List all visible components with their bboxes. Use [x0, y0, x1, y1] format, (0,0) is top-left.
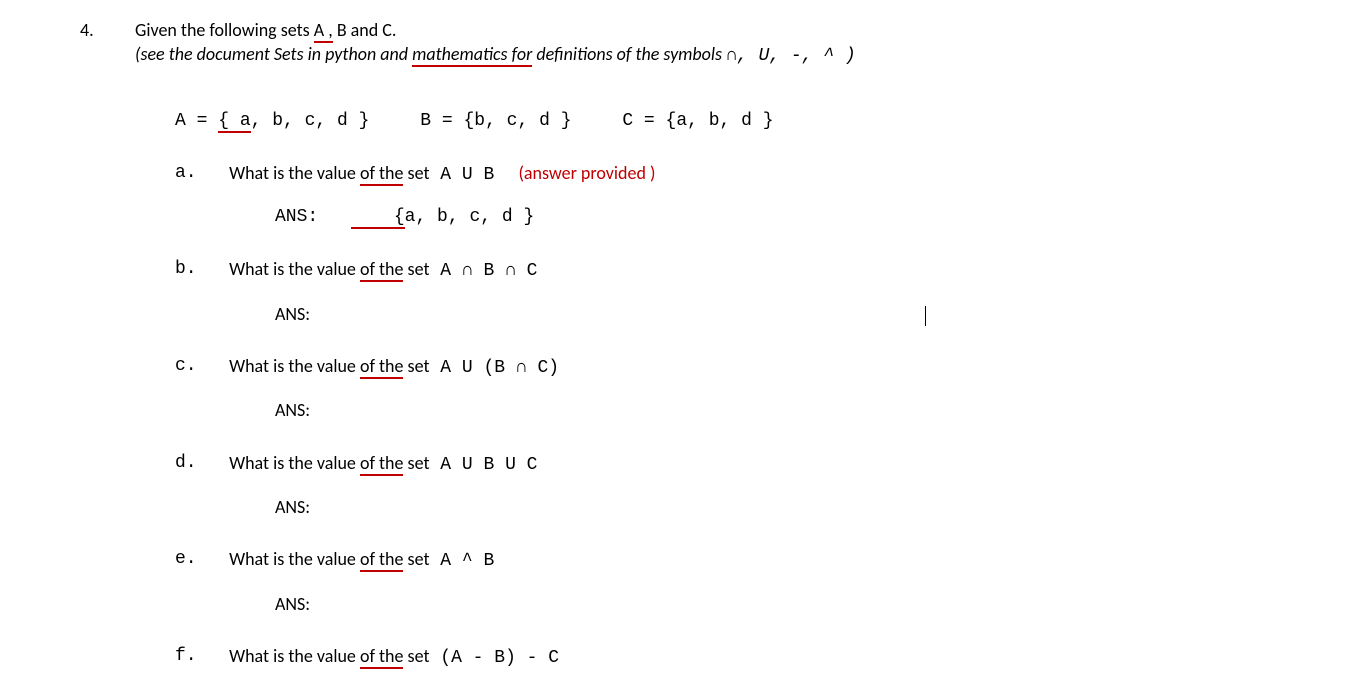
set-a-post: , b, c, d }: [251, 111, 370, 131]
intro-underline: A ,: [314, 19, 333, 43]
answer-label: ANS:: [275, 399, 310, 421]
q-expr: A U (B ∩ C): [429, 358, 559, 378]
answer-label: ANS:: [275, 496, 310, 518]
q-text: What is the value: [229, 452, 360, 474]
q-text: What is the value: [229, 258, 360, 280]
set-a-underline: { a: [218, 111, 250, 133]
item-label: e.: [175, 547, 225, 571]
item-label: c.: [175, 354, 225, 378]
q-expr: (A - B) - C: [429, 648, 559, 668]
q-expr: A U B U C: [429, 455, 537, 475]
document-page: 4. Given the following sets A , B and C.…: [0, 0, 1360, 670]
q-text: set: [403, 452, 429, 474]
q-underline: of the: [360, 548, 404, 572]
q-text: What is the value: [229, 645, 360, 667]
answer-provided-note: (answer provided ): [518, 162, 655, 184]
question-number: 4.: [80, 18, 135, 42]
answer-underline: {: [351, 207, 405, 229]
symbol-text: ∩, U, -, ^ ): [726, 46, 856, 66]
q-underline: of the: [360, 355, 404, 379]
item-label: d.: [175, 451, 225, 475]
intro-text: Given the following sets: [135, 19, 314, 41]
answer-value: a, b, c, d }: [405, 207, 535, 227]
question-intro: Given the following sets A , B and C. (s…: [135, 18, 1280, 69]
q-text: set: [403, 548, 429, 570]
intro-text: B and C.: [333, 19, 397, 41]
subquestion-a: a. What is the value of the set A U B (a…: [175, 161, 1280, 230]
q-text: What is the value: [229, 355, 360, 377]
subquestion-d: d. What is the value of the set A U B U …: [175, 451, 1280, 520]
q-underline: of the: [360, 645, 404, 669]
q-text: set: [403, 162, 429, 184]
intro-text: definitions of the symbols: [532, 43, 726, 65]
answer-label: ANS:: [275, 593, 310, 615]
intro-text: (see the document Sets in python and: [135, 43, 412, 65]
q-underline: of the: [360, 452, 404, 476]
item-label: b.: [175, 257, 225, 281]
item-label: a.: [175, 161, 225, 185]
q-underline: of the: [360, 162, 404, 186]
question-body: A = { a, b, c, d } B = {b, c, d } C = {a…: [175, 109, 1280, 671]
text-cursor-icon: [925, 306, 926, 326]
q-underline: of the: [360, 258, 404, 282]
answer-label: ANS:: [275, 303, 310, 325]
q-text: set: [403, 258, 429, 280]
set-a-pre: A =: [175, 111, 218, 131]
subquestion-b: b. What is the value of the set A ∩ B ∩ …: [175, 257, 1280, 326]
q-expr: A ^ B: [429, 551, 494, 571]
q-expr: A ∩ B ∩ C: [429, 261, 537, 281]
set-definitions: A = { a, b, c, d } B = {b, c, d } C = {a…: [175, 109, 1280, 133]
intro-underline: mathematics for: [412, 43, 532, 67]
subquestion-f: f. What is the value of the set (A - B) …: [175, 644, 1280, 670]
subquestion-c: c. What is the value of the set A U (B ∩…: [175, 354, 1280, 423]
q-text: What is the value: [229, 548, 360, 570]
set-b: B = {b, c, d }: [420, 109, 571, 133]
subquestion-e: e. What is the value of the set A ^ B AN…: [175, 547, 1280, 616]
answer-label: ANS:: [275, 207, 318, 227]
q-text: set: [403, 355, 429, 377]
item-label: f.: [175, 644, 225, 668]
set-c: C = {a, b, d }: [622, 109, 773, 133]
q-text: set: [403, 645, 429, 667]
question-header: 4. Given the following sets A , B and C.…: [80, 18, 1280, 69]
q-expr: A U B: [429, 165, 494, 185]
q-text: What is the value: [229, 162, 360, 184]
